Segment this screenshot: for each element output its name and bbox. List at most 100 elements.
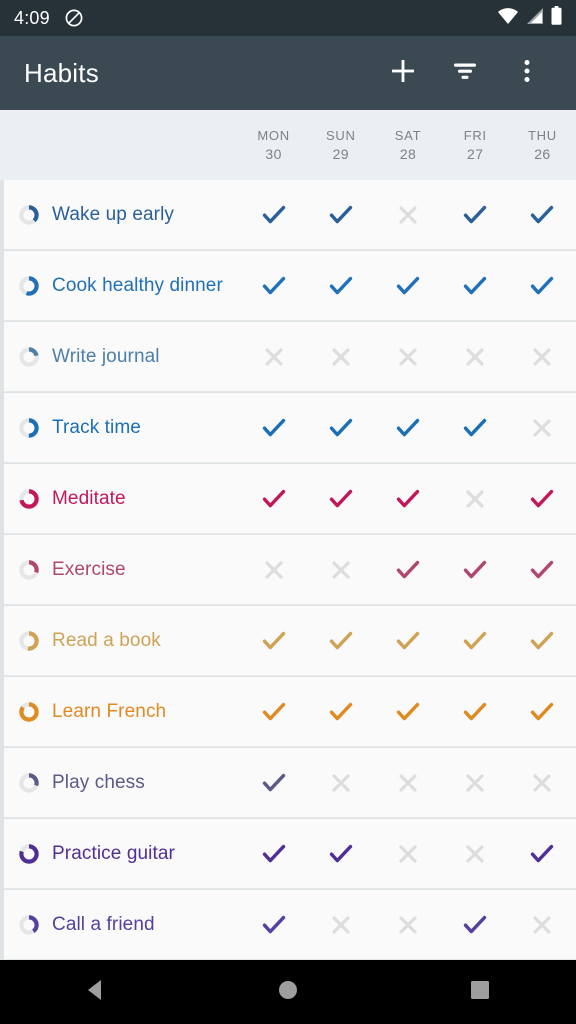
habit-check-cell-completed[interactable]: [240, 251, 307, 321]
habit-check-cell-completed[interactable]: [509, 464, 576, 534]
habit-check-cell-completed[interactable]: [442, 890, 509, 960]
habit-check-cell-missed[interactable]: [442, 322, 509, 392]
habit-check-cell-missed[interactable]: [374, 890, 441, 960]
habit-check-cell-completed[interactable]: [509, 606, 576, 676]
habit-check-cell-completed[interactable]: [240, 890, 307, 960]
habit-check-cell-missed[interactable]: [374, 180, 441, 250]
habit-progress-ring-icon: [18, 488, 40, 510]
habit-check-cell-completed[interactable]: [307, 393, 374, 463]
habit-check-cell-completed[interactable]: [240, 748, 307, 818]
habit-check-cell-completed[interactable]: [442, 393, 509, 463]
habit-check-cell-completed[interactable]: [509, 180, 576, 250]
habit-name-cell[interactable]: Cook healthy dinner: [4, 275, 240, 297]
habit-check-cell-missed[interactable]: [240, 535, 307, 605]
habit-check-cell-missed[interactable]: [307, 890, 374, 960]
habit-check-cell-completed[interactable]: [442, 606, 509, 676]
habit-check-cell-completed[interactable]: [442, 535, 509, 605]
day-column-header[interactable]: MON 30: [240, 127, 307, 163]
habit-checkmark-cells: [240, 322, 576, 392]
habit-check-cell-completed[interactable]: [240, 180, 307, 250]
habit-name-cell[interactable]: Write journal: [4, 346, 240, 368]
habit-row[interactable]: Track time: [4, 393, 576, 463]
habit-row[interactable]: Learn French: [4, 677, 576, 747]
habit-check-cell-completed[interactable]: [374, 606, 441, 676]
habit-check-cell-completed[interactable]: [509, 819, 576, 889]
habit-check-cell-completed[interactable]: [374, 464, 441, 534]
back-button[interactable]: [48, 960, 144, 1024]
habit-check-cell-missed[interactable]: [240, 322, 307, 392]
habit-name-cell[interactable]: Call a friend: [4, 914, 240, 936]
habit-check-cell-completed[interactable]: [442, 251, 509, 321]
habit-name-cell[interactable]: Play chess: [4, 772, 240, 794]
habit-check-cell-missed[interactable]: [307, 748, 374, 818]
habit-row[interactable]: Exercise: [4, 535, 576, 605]
habit-check-cell-completed[interactable]: [374, 393, 441, 463]
habit-check-cell-completed[interactable]: [240, 606, 307, 676]
filter-button[interactable]: [434, 42, 496, 104]
habit-name-cell[interactable]: Wake up early: [4, 204, 240, 226]
day-column-header[interactable]: SAT 28: [374, 127, 441, 163]
habit-name-cell[interactable]: Meditate: [4, 488, 240, 510]
habit-check-cell-completed[interactable]: [374, 251, 441, 321]
cellular-signal-icon: [526, 7, 544, 30]
habit-checkmark-cells: [240, 251, 576, 321]
habit-row[interactable]: Play chess: [4, 748, 576, 818]
habit-check-cell-completed[interactable]: [509, 251, 576, 321]
habit-check-cell-completed[interactable]: [240, 464, 307, 534]
habit-row[interactable]: Meditate: [4, 464, 576, 534]
habit-check-cell-completed[interactable]: [442, 677, 509, 747]
habit-check-cell-completed[interactable]: [307, 180, 374, 250]
habit-check-cell-completed[interactable]: [307, 606, 374, 676]
habit-check-cell-completed[interactable]: [307, 677, 374, 747]
check-icon: [261, 486, 287, 512]
habit-check-cell-completed[interactable]: [509, 535, 576, 605]
habit-name-label: Cook healthy dinner: [52, 274, 223, 296]
habit-check-cell-missed[interactable]: [307, 322, 374, 392]
overflow-menu-button[interactable]: [496, 42, 558, 104]
habit-check-cell-completed[interactable]: [374, 535, 441, 605]
habit-name-cell[interactable]: Read a book: [4, 630, 240, 652]
habit-check-cell-missed[interactable]: [509, 322, 576, 392]
habit-check-cell-completed[interactable]: [307, 819, 374, 889]
habit-check-cell-missed[interactable]: [307, 535, 374, 605]
check-icon: [395, 273, 421, 299]
habit-check-cell-missed[interactable]: [442, 819, 509, 889]
habit-check-cell-missed[interactable]: [374, 819, 441, 889]
habit-name-label: Write journal: [52, 345, 160, 367]
day-column-header[interactable]: SUN 29: [307, 127, 374, 163]
habit-check-cell-completed[interactable]: [442, 180, 509, 250]
habit-row[interactable]: Call a friend: [4, 890, 576, 960]
habit-check-cell-completed[interactable]: [307, 464, 374, 534]
habit-check-cell-completed[interactable]: [374, 677, 441, 747]
habit-name-cell[interactable]: Learn French: [4, 701, 240, 723]
day-column-header[interactable]: FRI 27: [442, 127, 509, 163]
habit-check-cell-missed[interactable]: [442, 748, 509, 818]
add-habit-button[interactable]: [372, 42, 434, 104]
habit-name-cell[interactable]: Exercise: [4, 559, 240, 581]
habit-row[interactable]: Cook healthy dinner: [4, 251, 576, 321]
habit-check-cell-completed[interactable]: [240, 677, 307, 747]
habit-row[interactable]: Read a book: [4, 606, 576, 676]
habit-check-cell-missed[interactable]: [509, 890, 576, 960]
home-button[interactable]: [240, 960, 336, 1024]
day-of-week-label: FRI: [463, 128, 487, 143]
habit-check-cell-missed[interactable]: [509, 748, 576, 818]
day-column-header[interactable]: THU 26: [509, 127, 576, 163]
habit-row[interactable]: Practice guitar: [4, 819, 576, 889]
habit-check-cell-completed[interactable]: [240, 819, 307, 889]
habit-check-cell-missed[interactable]: [374, 748, 441, 818]
habit-check-cell-completed[interactable]: [307, 251, 374, 321]
cross-icon: [464, 843, 486, 865]
habit-check-cell-completed[interactable]: [240, 393, 307, 463]
habit-row[interactable]: Write journal: [4, 322, 576, 392]
habit-row[interactable]: Wake up early: [4, 180, 576, 250]
check-icon: [261, 770, 287, 796]
habit-check-cell-missed[interactable]: [509, 393, 576, 463]
habit-progress-ring-icon: [18, 346, 40, 368]
habit-name-cell[interactable]: Practice guitar: [4, 843, 240, 865]
habit-check-cell-completed[interactable]: [509, 677, 576, 747]
habit-name-cell[interactable]: Track time: [4, 417, 240, 439]
habit-check-cell-missed[interactable]: [442, 464, 509, 534]
habit-check-cell-missed[interactable]: [374, 322, 441, 392]
recents-button[interactable]: [432, 960, 528, 1024]
